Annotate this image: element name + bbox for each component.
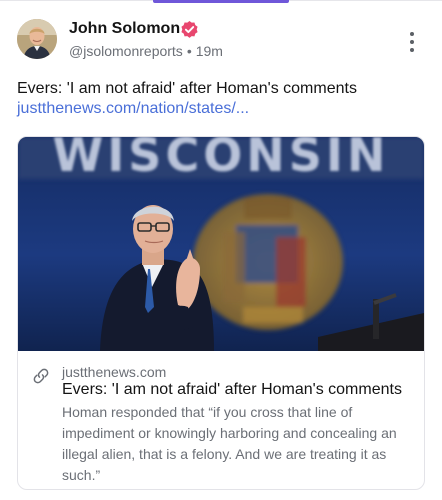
meta-separator: • (186, 43, 192, 59)
image-banner-text: WISCONSIN (52, 137, 389, 182)
link-preview-description: Homan responded that “if you cross that … (62, 404, 397, 483)
post-link[interactable]: justthenews.com/nation/states/... (17, 99, 249, 119)
more-dot (410, 48, 414, 52)
social-post: John Solomon @jsolomonreports • 19m Evers:… (0, 0, 442, 500)
link-preview-card[interactable]: WISCONSIN justthenews.com Evers: 'I am n… (17, 136, 425, 490)
link-preview-info[interactable]: justthenews.com Evers: 'I am not afraid'… (18, 351, 424, 489)
link-preview-domain: justthenews.com (62, 364, 167, 380)
link-preview-image[interactable]: WISCONSIN (18, 137, 424, 351)
post-text: Evers: 'I am not afraid' after Homan's c… (17, 80, 357, 97)
author-handle[interactable]: @jsolomonreports (69, 43, 183, 59)
post-meta: @jsolomonreports • 19m (69, 42, 223, 60)
more-dot (410, 40, 414, 44)
more-dot (410, 32, 414, 36)
link-preview-title: Evers: 'I am not afraid' after Homan's c… (62, 381, 402, 398)
verified-badge-icon (181, 20, 198, 38)
author-name[interactable]: John Solomon (69, 19, 180, 39)
post-timestamp[interactable]: 19m (196, 43, 223, 59)
link-icon (33, 368, 49, 384)
more-vertical-icon[interactable] (406, 32, 418, 52)
avatar[interactable] (17, 19, 57, 59)
